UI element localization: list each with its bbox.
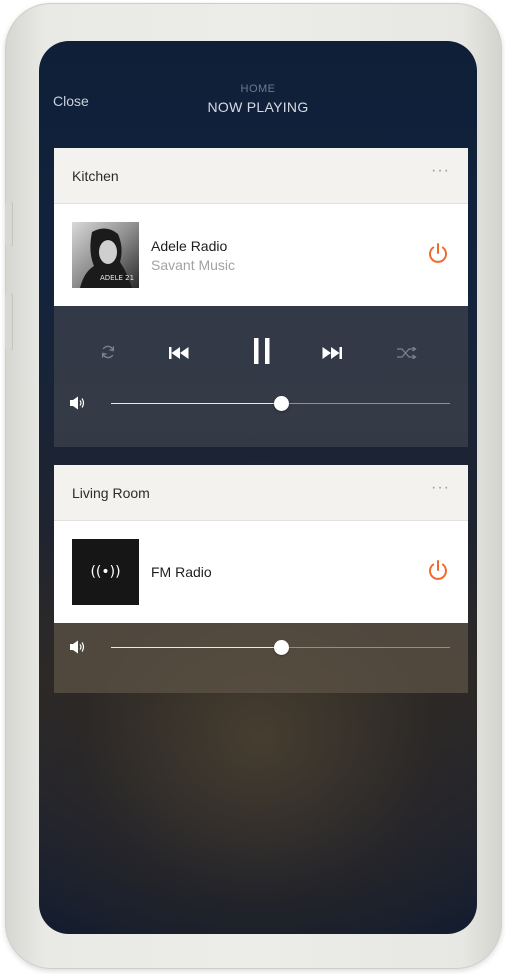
- volume-icon: [70, 395, 86, 411]
- mute-switch: [5, 201, 13, 247]
- page-title: NOW PLAYING: [207, 99, 309, 115]
- media-title: FM Radio: [151, 564, 212, 580]
- previous-icon[interactable]: [169, 346, 189, 364]
- now-playing-screen: Close HOME NOW PLAYING Kitchen ··· ADELE…: [39, 41, 477, 934]
- zone-card-kitchen: Kitchen ··· ADELE 21 Adele Radio Savant …: [54, 148, 468, 447]
- repeat-icon[interactable]: [100, 344, 116, 365]
- volume-icon: [70, 639, 86, 655]
- media-title: Adele Radio: [151, 238, 228, 254]
- volume-fill: [111, 647, 281, 648]
- volume-controls: [54, 623, 468, 693]
- now-playing-row[interactable]: ADELE 21 Adele Radio Savant Music: [54, 204, 468, 306]
- shuffle-icon[interactable]: [397, 346, 417, 364]
- album-art-caption: ADELE 21: [100, 274, 134, 282]
- radio-glyph: ((•)): [90, 564, 121, 580]
- pause-icon[interactable]: [253, 338, 271, 369]
- zone-name: Kitchen: [72, 168, 119, 184]
- zone-header: Living Room ···: [54, 465, 468, 521]
- volume-slider-thumb[interactable]: [273, 396, 289, 411]
- volume-fill: [111, 403, 281, 404]
- header: Close HOME NOW PLAYING: [39, 41, 477, 146]
- volume-row: [54, 633, 468, 691]
- volume-side-button: [5, 293, 13, 351]
- zone-name: Living Room: [72, 485, 150, 501]
- zone-card-living-room: Living Room ··· ((•)) FM Radio: [54, 465, 468, 693]
- album-art: ADELE 21: [72, 222, 139, 288]
- volume-row: [54, 389, 468, 447]
- power-icon[interactable]: [426, 558, 450, 582]
- more-options-button[interactable]: ···: [431, 479, 450, 497]
- volume-slider-thumb[interactable]: [273, 640, 289, 655]
- volume-slider[interactable]: [111, 640, 450, 655]
- playback-controls: [54, 306, 468, 447]
- zone-header: Kitchen ···: [54, 148, 468, 204]
- now-playing-row[interactable]: ((•)) FM Radio: [54, 521, 468, 623]
- transport-bar: [54, 306, 468, 389]
- next-icon[interactable]: [322, 346, 342, 364]
- media-source: Savant Music: [151, 257, 236, 273]
- phone-frame: Close HOME NOW PLAYING Kitchen ··· ADELE…: [5, 3, 502, 969]
- header-subtitle: HOME: [240, 83, 276, 95]
- radio-icon: ((•)): [72, 539, 139, 605]
- more-options-button[interactable]: ···: [431, 162, 450, 180]
- power-icon[interactable]: [426, 241, 450, 265]
- volume-slider[interactable]: [111, 396, 450, 411]
